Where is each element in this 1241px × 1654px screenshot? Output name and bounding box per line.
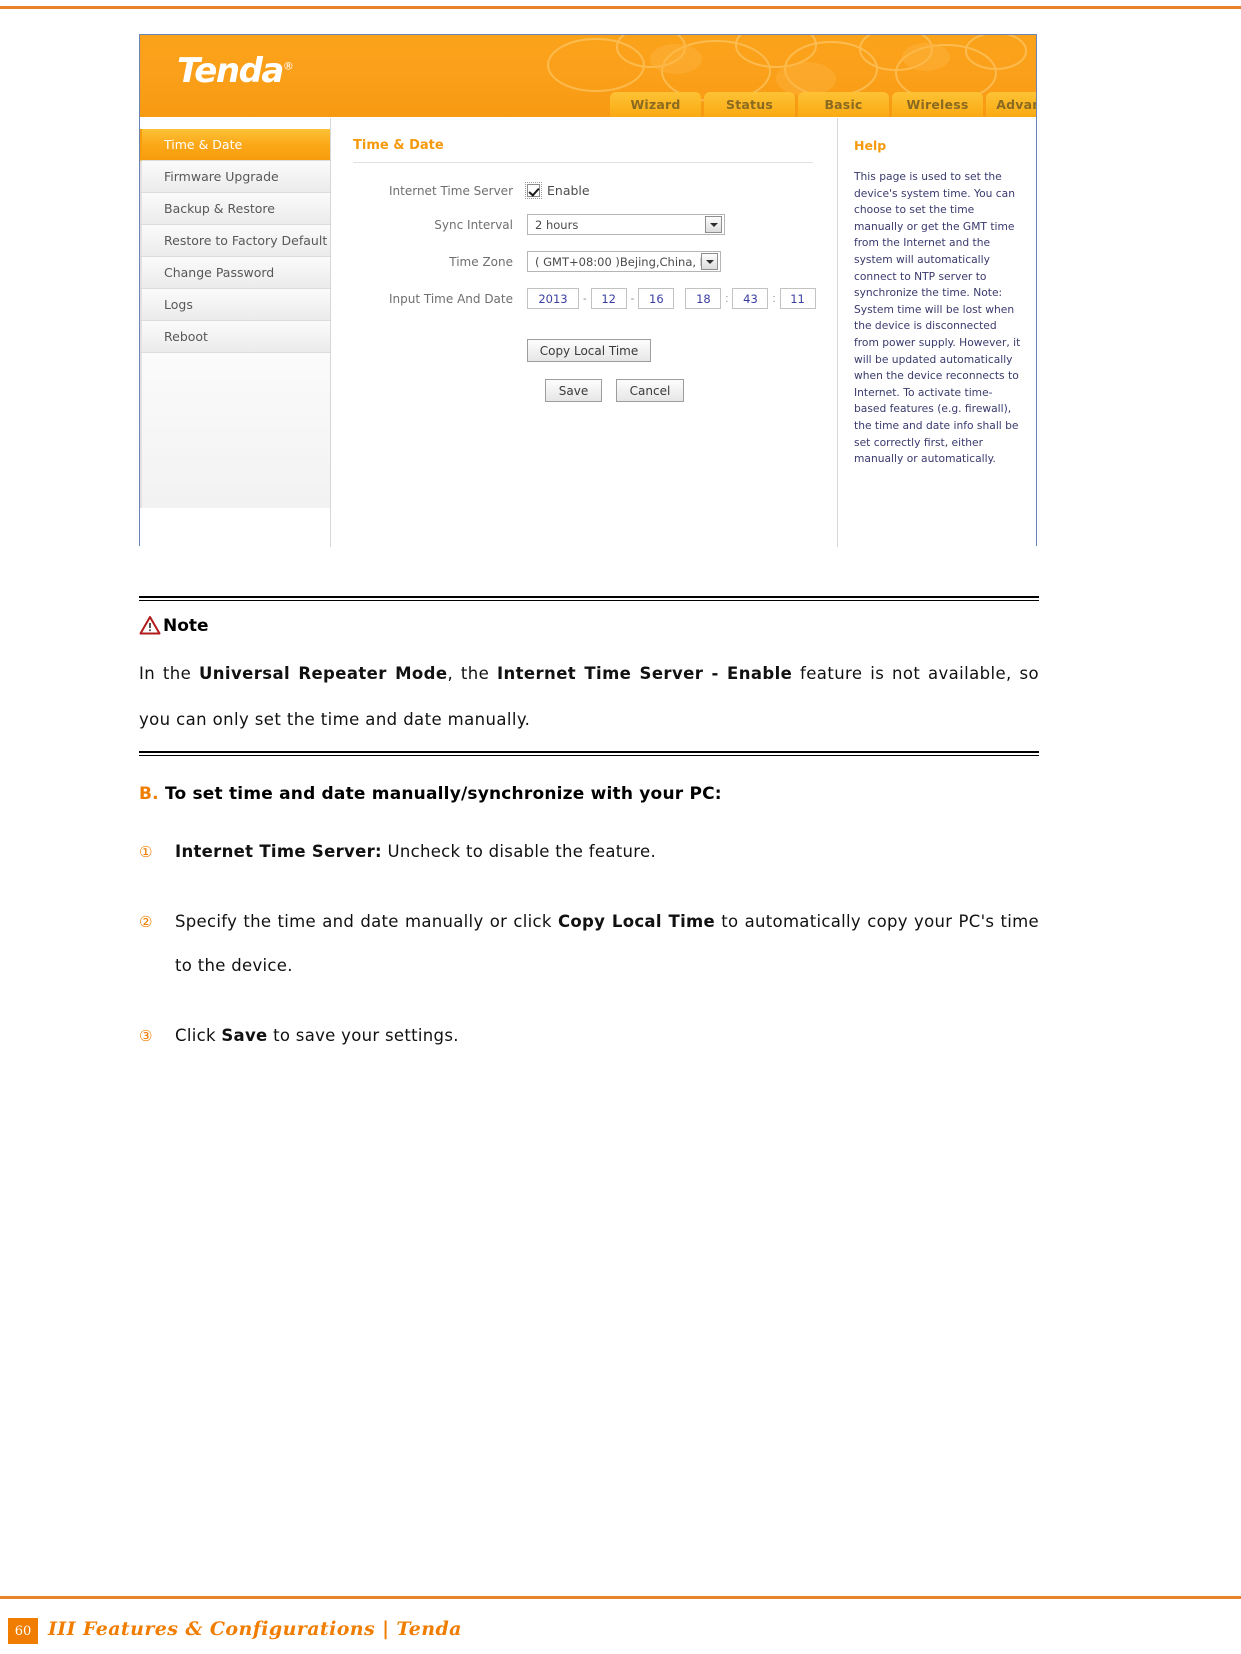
chevron-down-icon[interactable] xyxy=(705,216,722,233)
date-separator: - xyxy=(630,292,635,305)
step-3: ③ Click Save to save your settings. xyxy=(139,1014,1039,1058)
enable-label: Enable xyxy=(547,183,590,198)
help-panel: Help This page is used to set the device… xyxy=(838,118,1036,547)
page-number: 60 xyxy=(8,1618,38,1644)
sidebar-item-backup-and-restore[interactable]: Backup & Restore xyxy=(140,193,330,225)
step-3-text: Click Save to save your settings. xyxy=(175,1014,1039,1058)
label-sync-interval: Sync Interval xyxy=(434,217,513,232)
page-footer: 60 III Features & Configurations | Tenda xyxy=(0,1596,1241,1654)
sidebar-item-firmware-upgrade[interactable]: Firmware Upgrade xyxy=(140,161,330,193)
time-zone-value: ( GMT+08:00 )Bejing,China, Hong xyxy=(535,254,701,269)
note-text-mid: , the xyxy=(447,664,497,683)
tab-wizard[interactable]: Wizard xyxy=(610,92,701,117)
save-button[interactable]: Save xyxy=(545,379,602,402)
note-label: Note xyxy=(163,616,209,636)
footer-rule xyxy=(0,1596,1241,1599)
document-body: Note In the Universal Repeater Mode, the… xyxy=(139,596,1039,1058)
ui-header: Tenda® Wizard Status Basic Wireless Adva… xyxy=(140,35,1036,117)
row-time-zone: Time Zone ( GMT+08:00 )Bejing,China, Hon… xyxy=(353,251,837,272)
form-action-buttons: Save Cancel xyxy=(545,379,837,402)
date-time-inputs: - - : : xyxy=(527,288,816,309)
sidebar-item-change-password[interactable]: Change Password xyxy=(140,257,330,289)
sidebar-item-restore-to-factory-default[interactable]: Restore to Factory Default xyxy=(140,225,330,257)
tab-wireless[interactable]: Wireless xyxy=(892,92,983,117)
step-1: ① Internet Time Server: Uncheck to disab… xyxy=(139,830,1039,874)
step-2-marker: ② xyxy=(139,913,153,931)
step-2-bold: Copy Local Time xyxy=(557,912,716,931)
help-title: Help xyxy=(854,138,887,153)
registered-mark: ® xyxy=(282,59,294,73)
note-text: In the Universal Repeater Mode, the Inte… xyxy=(139,651,1039,743)
month-input[interactable] xyxy=(590,288,627,309)
router-ui-screenshot: Tenda® Wizard Status Basic Wireless Adva… xyxy=(139,34,1037,547)
tab-basic[interactable]: Basic xyxy=(798,92,889,117)
sidebar-item-logs[interactable]: Logs xyxy=(140,289,330,321)
tenda-logo: Tenda® xyxy=(177,51,294,91)
note-bold-universal-repeater-mode: Universal Repeater Mode xyxy=(198,664,448,683)
step-1-rest: Uncheck to disable the feature. xyxy=(381,842,657,861)
second-input[interactable] xyxy=(779,288,816,309)
copy-local-time-button[interactable]: Copy Local Time xyxy=(527,339,651,362)
internet-time-server-checkbox[interactable] xyxy=(525,182,542,199)
step-3-bold: Save xyxy=(221,1026,268,1045)
sidebar-item-time-and-date[interactable]: Time & Date xyxy=(140,129,330,161)
help-body-text: This page is used to set the device's sy… xyxy=(854,170,1021,466)
step-1-marker: ① xyxy=(139,843,153,861)
section-b-heading: B. To set time and date manually/synchro… xyxy=(139,784,1039,804)
note-heading: Note xyxy=(139,615,1039,635)
row-internet-time-server: Internet Time Server Enable xyxy=(353,182,837,199)
sync-interval-select[interactable]: 2 hours xyxy=(527,214,725,235)
nav-tabs: Wizard Status Basic Wireless Advanced To… xyxy=(610,88,1036,117)
section-b: B. To set time and date manually/synchro… xyxy=(139,784,1039,1058)
year-input[interactable] xyxy=(527,288,579,309)
page-top-rule xyxy=(0,6,1241,9)
time-zone-select[interactable]: ( GMT+08:00 )Bejing,China, Hong xyxy=(527,251,721,272)
time-date-form: Internet Time Server Enable Sync Interva… xyxy=(353,182,837,402)
sidebar: Time & Date Firmware Upgrade Backup & Re… xyxy=(140,118,331,547)
sidebar-filler xyxy=(140,353,330,508)
panel-title: Time & Date xyxy=(353,138,813,163)
note-text-pre: In the xyxy=(139,664,199,683)
tab-status[interactable]: Status xyxy=(704,92,795,117)
main-panel: Time & Date Internet Time Server Enable … xyxy=(331,118,838,547)
step-3-post: to save your settings. xyxy=(267,1026,459,1045)
tab-advanced[interactable]: Advanced xyxy=(986,92,1036,117)
step-2: ② Specify the time and date manually or … xyxy=(139,900,1039,988)
day-input[interactable] xyxy=(638,288,675,309)
label-time-zone: Time Zone xyxy=(449,254,513,269)
footer-title: III Features & Configurations | Tenda xyxy=(48,1618,462,1640)
row-input-time-and-date: Input Time And Date - - : : xyxy=(353,288,837,309)
section-b-letter: B. xyxy=(139,784,159,804)
time-separator: : xyxy=(725,292,729,305)
ui-body: Time & Date Firmware Upgrade Backup & Re… xyxy=(140,117,1036,547)
date-separator: - xyxy=(583,292,587,305)
note-bottom-rule xyxy=(139,751,1039,756)
note-bold-internet-time-server-enable: Internet Time Server - Enable xyxy=(496,664,793,683)
section-b-title: To set time and date manually/synchroniz… xyxy=(164,784,722,804)
step-3-pre: Click xyxy=(175,1026,222,1045)
label-internet-time-server: Internet Time Server xyxy=(389,183,513,198)
step-1-bold: Internet Time Server: xyxy=(175,842,382,861)
sync-interval-value: 2 hours xyxy=(535,217,579,232)
warning-triangle-icon xyxy=(139,616,161,635)
minute-input[interactable] xyxy=(732,288,769,309)
tenda-logo-text: Tenda xyxy=(177,51,284,91)
step-3-marker: ③ xyxy=(139,1027,153,1045)
hour-input[interactable] xyxy=(685,288,722,309)
cancel-button[interactable]: Cancel xyxy=(616,379,684,402)
note-callout: Note In the Universal Repeater Mode, the… xyxy=(139,601,1039,751)
row-sync-interval: Sync Interval 2 hours xyxy=(353,214,837,235)
label-input-time-and-date: Input Time And Date xyxy=(389,291,513,306)
step-1-text: Internet Time Server: Uncheck to disable… xyxy=(175,830,1039,874)
chevron-down-icon[interactable] xyxy=(701,253,718,270)
step-2-text: Specify the time and date manually or cl… xyxy=(175,900,1039,988)
step-2-pre: Specify the time and date manually or cl… xyxy=(175,912,558,931)
sidebar-item-reboot[interactable]: Reboot xyxy=(140,321,330,353)
time-separator: : xyxy=(772,292,776,305)
